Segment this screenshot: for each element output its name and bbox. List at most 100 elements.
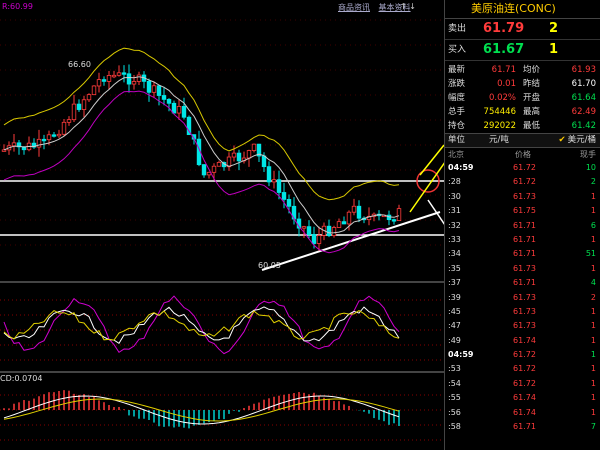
tick-row: :47 61.73 1 — [445, 319, 600, 333]
tick-price: 61.72 — [513, 350, 536, 360]
stats-block: 最新 61.71 均价 61.93 涨跌 0.01 昨结 61.70 幅度 0.02% 开盘 61.6… — [445, 61, 600, 134]
tick-volume: 7 — [590, 422, 596, 432]
annotation-arrow — [427, 199, 444, 225]
candle-body — [281, 192, 287, 200]
tick-row: :37 61.71 4 — [445, 276, 600, 290]
stat-value: 754446 — [483, 107, 516, 117]
tick-price: 61.73 — [513, 292, 536, 302]
tick-row: :28 61.72 2 — [445, 175, 600, 189]
candle-body — [236, 152, 242, 162]
candle-body — [136, 74, 142, 82]
unit-option-yuan[interactable]: 元/吨 — [489, 134, 509, 147]
candle-body — [166, 98, 172, 104]
stat-row: 幅度 0.02% 开盘 61.64 — [445, 91, 600, 105]
candle-body — [311, 234, 317, 244]
candle-body — [246, 150, 252, 159]
candle-body — [251, 143, 257, 151]
candle-body — [316, 235, 322, 244]
tick-time: :39 — [448, 292, 461, 302]
sell-price: 61.79 — [483, 21, 525, 36]
candle-body — [176, 106, 182, 114]
tick-volume: 1 — [590, 335, 596, 345]
unit-option-usd[interactable]: ✔ 美元/桶 — [559, 134, 597, 147]
tick-volume: 1 — [590, 393, 596, 403]
tick-volume: 2 — [590, 177, 596, 187]
candle-body — [276, 179, 282, 193]
tick-row: :49 61.74 1 — [445, 334, 600, 348]
stat-row: 总手 754446 最高 62.49 — [445, 105, 600, 119]
kdj-j-line — [3, 295, 400, 355]
stat-value: 61.93 — [571, 65, 596, 75]
tick-volume: 1 — [590, 306, 596, 316]
tick-row: :54 61.72 1 — [445, 377, 600, 391]
candle-body — [106, 75, 112, 82]
candle-body — [231, 152, 237, 158]
candle-body — [326, 225, 332, 237]
candle-body — [86, 94, 92, 101]
high-price-label: 66.60 — [68, 60, 91, 69]
tick-price: 61.74 — [513, 335, 536, 345]
stat-value: 0.02% — [488, 93, 516, 103]
candle-body — [306, 226, 312, 235]
arrow-icons[interactable]: ↑ ↓ — [400, 2, 416, 11]
stat-value: 61.64 — [571, 93, 596, 103]
unit-bar: 单位 元/吨 ✔ 美元/桶 — [445, 134, 600, 148]
news-link[interactable]: 商品资讯 — [338, 3, 370, 12]
tick-volume: 1 — [590, 378, 596, 388]
candle-body — [131, 81, 137, 85]
stat-label: 均价 — [523, 65, 541, 75]
stat-label: 幅度 — [448, 93, 466, 103]
stat-row: 持仓 292022 最低 61.42 — [445, 119, 600, 133]
kline-chart[interactable] — [0, 0, 444, 450]
candle-body — [121, 72, 127, 75]
tick-time: :37 — [448, 278, 461, 288]
tick-volume: 4 — [590, 278, 596, 288]
candle-body — [211, 165, 217, 173]
tick-row: :33 61.71 1 — [445, 233, 600, 247]
candle-body — [101, 79, 107, 82]
tick-price: 61.73 — [513, 263, 536, 273]
stat-label: 最低 — [523, 121, 541, 131]
tick-time: :53 — [448, 364, 461, 374]
macd-label: CD:0.0704 — [0, 374, 43, 383]
candle-body — [151, 85, 157, 93]
tick-volume: 10 — [585, 163, 596, 172]
tick-time: :58 — [448, 422, 461, 432]
candle-body — [51, 134, 57, 137]
candle-body — [266, 166, 272, 183]
stat-label: 昨结 — [523, 79, 541, 89]
buy-qty: 1 — [549, 42, 559, 57]
stat-value: 0.01 — [497, 79, 516, 89]
candle-body — [271, 179, 277, 183]
tick-volume: 1 — [590, 191, 596, 201]
stat-label: 最高 — [523, 107, 541, 117]
tick-price: 61.72 — [513, 163, 536, 172]
tick-row: :30 61.73 1 — [445, 190, 600, 204]
candle-body — [66, 119, 72, 123]
tick-time: :35 — [448, 263, 461, 273]
tick-price: 61.73 — [513, 321, 536, 331]
tick-row: :31 61.75 1 — [445, 204, 600, 218]
candle-body — [346, 211, 352, 225]
candle-body — [216, 162, 222, 167]
candle-body — [301, 226, 307, 229]
tick-list[interactable]: 04:59 61.72 10 :28 61.72 2:30 61.73 1:31 61.75 1:… — [445, 161, 600, 434]
tick-time: :55 — [448, 393, 461, 403]
tick-row: :35 61.73 1 — [445, 262, 600, 276]
tick-price: 61.74 — [513, 407, 536, 417]
candle-body — [61, 121, 67, 135]
tick-row: 04:59 61.72 10 — [445, 161, 600, 175]
tick-time: :56 — [448, 407, 461, 417]
candle-body — [286, 199, 292, 207]
tick-time: 04:59 — [448, 350, 474, 360]
kline-chart-area[interactable]: R:60.99 商品资讯 基本资料 ↑ ↓ 66.60 60.05 CD:0.0… — [0, 0, 444, 450]
tick-price: 61.72 — [513, 364, 536, 374]
candle-body — [46, 134, 52, 141]
candle-body — [171, 102, 177, 114]
tick-time: :32 — [448, 220, 461, 230]
tick-volume: 51 — [585, 249, 596, 259]
tick-time: :47 — [448, 321, 461, 331]
sell-row: 卖出 61.79 2 — [445, 19, 600, 40]
tick-header: 北京 价格 现手 — [445, 148, 600, 161]
stat-value: 61.71 — [491, 65, 516, 75]
